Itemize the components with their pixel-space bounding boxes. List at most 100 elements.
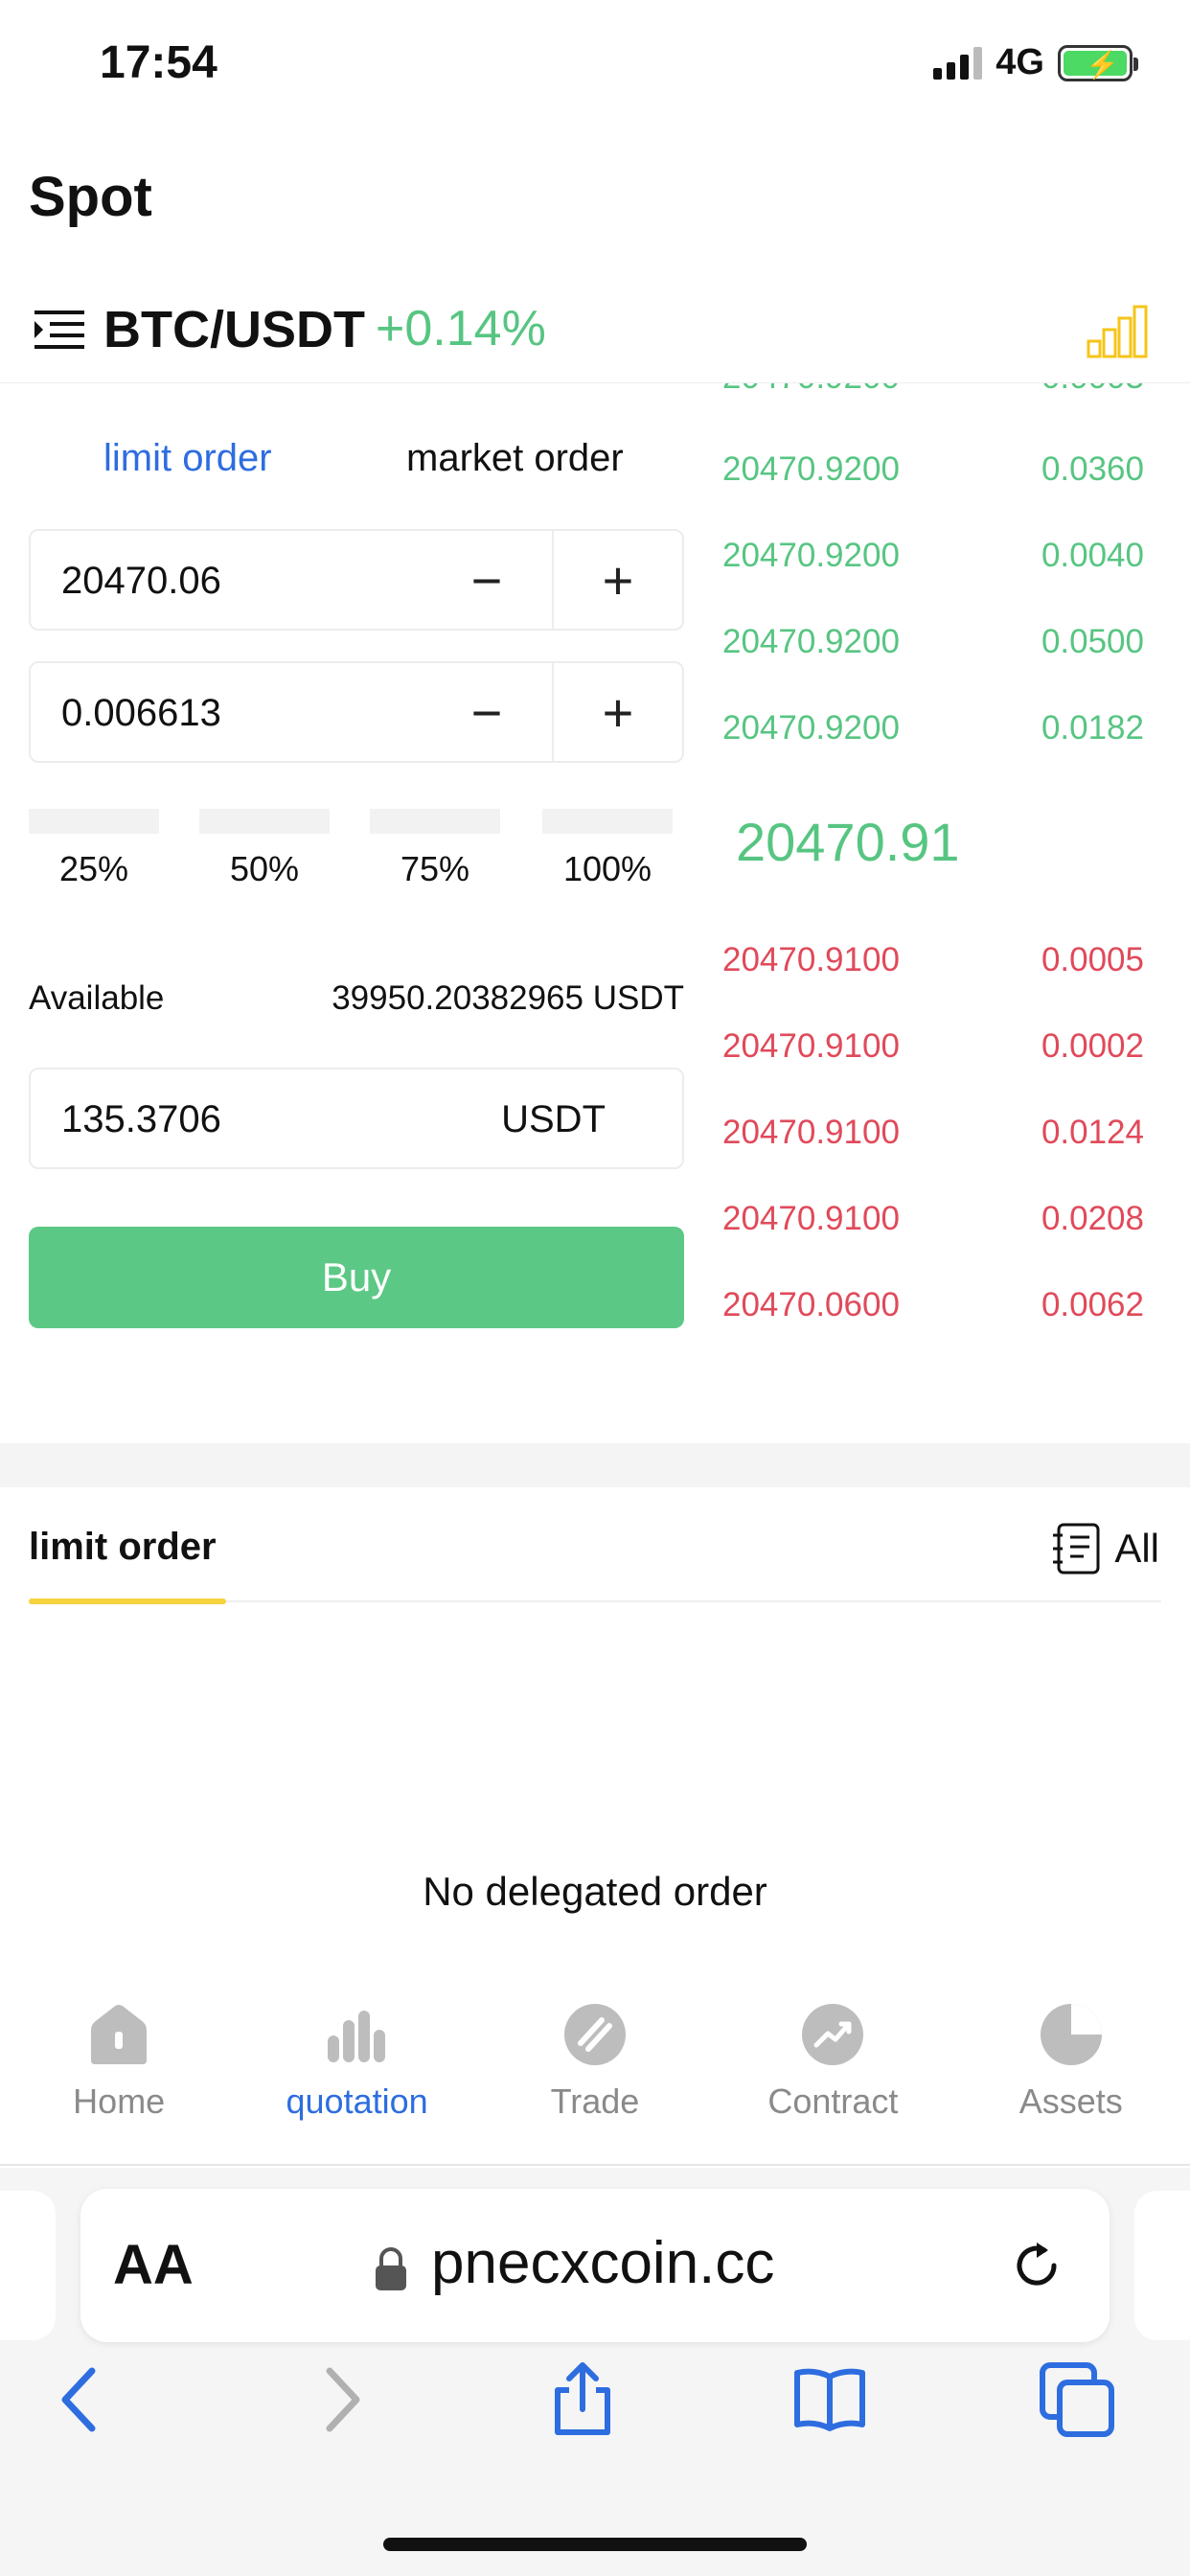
tabs-icon[interactable] [1039,2361,1115,2438]
lock-icon [376,2247,406,2290]
bid-row[interactable]: 20470.9100 0.0208 [722,1200,1144,1286]
section-divider [0,1443,1190,1487]
ask-qty: 0.0182 [1041,709,1144,747]
bookmarks-icon[interactable] [791,2361,868,2438]
ask-row[interactable]: 20470.9200 0.0040 [722,537,1144,623]
pair-name[interactable]: BTC/USDT [103,300,365,359]
percent-50-bar[interactable] [199,809,330,834]
nav-trade[interactable]: Trade [490,1993,700,2164]
last-price: 20470.91 [736,812,960,872]
bid-row[interactable]: 20470.9100 0.0005 [722,941,1144,1027]
bid-price: 20470.9100 [722,1114,900,1151]
back-icon[interactable] [44,2361,121,2438]
contract-icon [802,2004,864,2065]
quotation-icon [327,2011,385,2062]
nav-quotation[interactable]: quotation [252,1993,463,2164]
all-orders-button[interactable]: All [1051,1522,1159,1576]
ask-price: 20470.9200 [722,623,900,660]
amount-input[interactable]: 135.3706 USDT [29,1068,684,1169]
bid-qty: 0.0005 [1041,941,1144,978]
quantity-increase-button[interactable]: + [552,663,682,761]
price-input[interactable]: 20470.06 − + [29,529,684,631]
status-time: 17:54 [100,37,217,88]
amount-value[interactable]: 135.3706 [61,1098,221,1141]
empty-orders-message: No delegated order [423,1869,767,1914]
bid-row[interactable]: 20470.9100 0.0124 [722,1114,1144,1200]
quantity-value[interactable]: 0.006613 [61,692,221,735]
bid-row[interactable]: 20470.9100 0.0002 [722,1027,1144,1114]
bid-price: 20470.9100 [722,1027,900,1065]
home-icon [91,2005,148,2064]
bid-qty: 0.0208 [1041,1200,1144,1237]
previous-tab-preview[interactable] [0,2191,56,2340]
ask-price: 20470.9200 [722,450,900,488]
orders-tab-limit[interactable]: limit order [29,1526,217,1569]
bid-price: 20470.9100 [722,1200,900,1237]
price-decrease-button[interactable]: − [422,531,552,629]
amount-unit: USDT [501,1098,606,1140]
active-tab-underline [29,1598,226,1604]
network-type: 4G [995,42,1044,82]
nav-trade-label: Trade [550,2082,640,2121]
bid-qty: 0.0002 [1041,1027,1144,1065]
ask-row[interactable]: 20470.9200 0.0500 [722,623,1144,709]
nav-quotation-label: quotation [286,2082,428,2121]
percent-25-bar[interactable] [29,809,159,834]
ask-qty: 0.0040 [1041,537,1144,574]
reader-settings-button[interactable]: AA [113,2233,194,2297]
next-tab-preview[interactable] [1134,2191,1190,2340]
percent-100-label[interactable]: 100% [542,849,673,889]
percent-50-label[interactable]: 50% [199,849,330,889]
clipped-price: 20470.9200 [722,383,900,397]
bid-row[interactable]: 20470.0600 0.0062 [722,1286,1144,1372]
orders-list-icon [1053,1523,1100,1575]
nav-assets-label: Assets [1018,2082,1123,2121]
nav-assets[interactable]: Assets [966,1993,1177,2164]
nav-contract[interactable]: Contract [727,1993,938,2164]
bid-price: 20470.9100 [722,941,900,978]
forward-icon[interactable] [301,2361,378,2438]
trade-icon [563,2004,626,2065]
available-label: Available [29,979,165,1017]
bottom-nav: Home quotation Trade Contract Assets [0,1993,1190,2166]
nav-home-label: Home [73,2082,166,2121]
available-value: 39950.20382965 USDT [332,979,684,1017]
status-indicators: 4G ⚡ [933,42,1138,83]
percent-25-label[interactable]: 25% [29,849,159,889]
tab-market-order[interactable]: market order [406,437,624,480]
clipped-qty: 0.0003 [1041,383,1144,397]
tab-limit-order[interactable]: limit order [103,437,272,480]
percent-75-bar[interactable] [370,809,500,834]
home-indicator [383,2538,807,2551]
battery-icon: ⚡ [1058,44,1138,81]
share-icon[interactable] [544,2361,621,2438]
ask-row[interactable]: 20470.9200 0.0182 [722,709,1144,795]
ask-price: 20470.9200 [722,709,900,747]
nav-home[interactable]: Home [13,1993,224,2164]
ask-price: 20470.9200 [722,537,900,574]
chart-icon[interactable] [1087,305,1148,358]
ask-row[interactable]: 20470.9200 0.0360 [722,450,1144,537]
price-increase-button[interactable]: + [552,531,682,629]
percent-75-label[interactable]: 75% [370,849,500,889]
url-domain[interactable]: pnecxcoin.cc [431,2229,774,2297]
all-label[interactable]: All [1114,1526,1159,1572]
ask-qty: 0.0360 [1041,450,1144,488]
nav-contract-label: Contract [767,2082,899,2121]
assets-icon [1040,2004,1102,2065]
order-book-clipped-row: 20470.9200 0.0003 [722,383,1144,397]
reload-icon[interactable] [1008,2237,1065,2294]
buy-button[interactable]: Buy [29,1227,684,1328]
bid-qty: 0.0124 [1041,1114,1144,1151]
ask-qty: 0.0500 [1041,623,1144,660]
signal-icon [933,46,983,80]
page-title: Spot [29,166,152,228]
quantity-decrease-button[interactable]: − [422,663,552,761]
pair-change: +0.14% [376,301,546,356]
menu-icon[interactable] [34,309,84,351]
price-value[interactable]: 20470.06 [61,560,221,603]
percent-100-bar[interactable] [542,809,673,834]
quantity-input[interactable]: 0.006613 − + [29,661,684,763]
bid-price: 20470.0600 [722,1286,900,1323]
bid-qty: 0.0062 [1041,1286,1144,1323]
